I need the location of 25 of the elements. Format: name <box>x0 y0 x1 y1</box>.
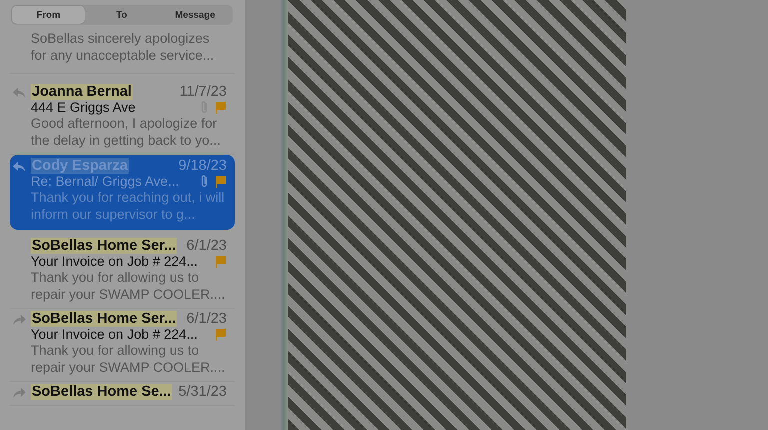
message-date: 6/1/23 <box>186 238 227 254</box>
sender-name: SoBellas Home Ser... <box>31 238 178 254</box>
message-subject: Your Invoice on Job # 224... <box>31 254 198 269</box>
message-date: 6/1/23 <box>186 311 227 327</box>
message-date: 5/31/23 <box>178 384 227 400</box>
message-preview: SoBellas sincerely apologizes for any unacceptable service... <box>31 30 216 64</box>
scope-tab[interactable]: From <box>12 6 86 24</box>
scope-tab[interactable]: Message <box>158 6 232 24</box>
message-preview: Good afternoon, I apologize for the delay in getting back to yo... <box>31 115 222 149</box>
sender-name: SoBellas Home Ser... <box>31 311 178 327</box>
message-row[interactable]: SoBellas Home Se... 5/31/23 <box>10 382 235 406</box>
message-subject: 444 E Griggs Ave <box>31 100 136 115</box>
sender-name: Joanna Bernal <box>31 84 133 100</box>
message-preview: Thank you for allowing us to repair your SWAMP COOLER.... <box>31 269 226 303</box>
message-date: 9/18/23 <box>178 158 227 174</box>
sender-name: SoBellas Home Se... <box>31 384 172 400</box>
pane-splitter[interactable] <box>281 0 288 430</box>
message-subject: Your Invoice on Job # 224... <box>31 327 198 342</box>
message-date: 11/7/23 <box>180 84 227 100</box>
message-preview: Thank you for allowing us to repair your SWAMP COOLER.... <box>31 342 226 376</box>
message-subject: Re: Bernal/ Griggs Ave... <box>31 174 180 189</box>
scope-tab[interactable]: To <box>85 6 159 24</box>
message-preview: Thank you for reaching out, i will inform our supervisor to g... <box>31 189 226 223</box>
message-row[interactable]: SoBellas Home Ser... 6/1/23 Your Invoice on Job # 224... Thank you for allowing us to repair your SWAMP COOLER.... <box>10 309 235 382</box>
message-row[interactable]: SoBellas Home Ser... 6/1/23 Your Invoice on Job # 224... Thank you for allowing us to repair your SWAMP COOLER.... <box>10 236 235 309</box>
